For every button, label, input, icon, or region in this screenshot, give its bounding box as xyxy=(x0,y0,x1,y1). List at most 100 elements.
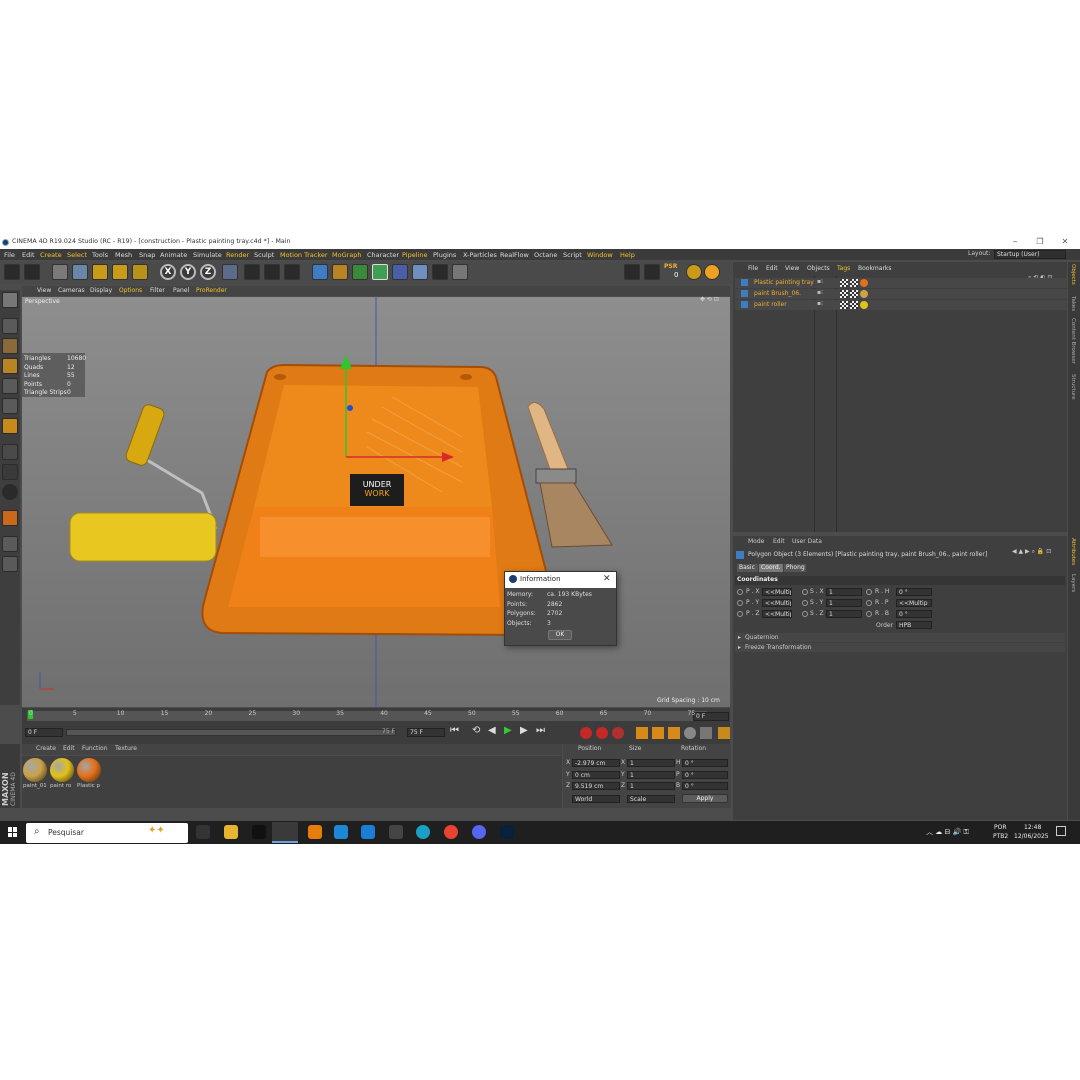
side-tab-takes[interactable]: Takes xyxy=(1070,296,1076,311)
uvw-tag-icon[interactable] xyxy=(850,279,858,287)
chrome-icon[interactable] xyxy=(444,825,458,839)
coord-space-select[interactable]: World xyxy=(572,795,620,803)
play-icon[interactable]: ▶ xyxy=(504,726,512,736)
uvw-tag-icon[interactable] xyxy=(840,279,848,287)
live-select-icon[interactable] xyxy=(52,264,68,280)
menu-help[interactable]: Help xyxy=(620,251,635,259)
object-name[interactable]: paint Brush_06. xyxy=(754,291,801,297)
material-label[interactable]: paint_01 xyxy=(23,783,47,790)
solo-hierarchy-icon[interactable] xyxy=(2,556,18,572)
recent-tool-icon[interactable] xyxy=(132,264,148,280)
render-view-icon[interactable] xyxy=(244,264,260,280)
tab-phong[interactable]: Phong xyxy=(784,564,806,572)
camera-icon[interactable] xyxy=(432,264,448,280)
scale-tool-icon[interactable] xyxy=(92,264,108,280)
position-x-field[interactable]: -2.979 cm xyxy=(572,759,620,767)
maximize-button[interactable]: ❐ xyxy=(1033,237,1047,247)
side-tab-attributes[interactable]: Attributes xyxy=(1070,538,1076,565)
subdivision-icon[interactable] xyxy=(352,264,368,280)
object-menu-edit[interactable]: Edit xyxy=(766,266,778,272)
next-frame-icon[interactable]: ▶ xyxy=(520,726,528,736)
animate-dot[interactable] xyxy=(737,600,743,606)
notification-icon[interactable] xyxy=(1056,826,1066,836)
attr-s-field[interactable]: 1 xyxy=(826,599,862,607)
object-menu-tags[interactable]: Tags xyxy=(837,266,850,272)
animate-dot[interactable] xyxy=(737,589,743,595)
menu-snap[interactable]: Snap xyxy=(139,251,155,259)
uvw-tag-icon[interactable] xyxy=(840,301,848,309)
side-tab-layers[interactable]: Layers xyxy=(1070,574,1076,592)
visibility-toggle-icon[interactable]: ▪⁝ xyxy=(817,290,823,296)
discord-icon[interactable] xyxy=(472,825,486,839)
visibility-toggle-icon[interactable]: ▪⁝ xyxy=(817,301,823,307)
attr-p-field[interactable]: <<Multip xyxy=(762,588,792,596)
viewport-menu-prorender[interactable]: ProRender xyxy=(196,288,227,294)
viewport-menu-display[interactable]: Display xyxy=(90,288,112,294)
menu-simulate[interactable]: Simulate xyxy=(193,251,222,259)
attr-r-field[interactable]: 0 ° xyxy=(896,610,932,618)
clock-time[interactable]: 12:48 xyxy=(1024,825,1041,831)
position-z-field[interactable]: 9.519 cm xyxy=(572,782,620,790)
pen-spline-icon[interactable] xyxy=(332,264,348,280)
rotate-tool-icon[interactable] xyxy=(112,264,128,280)
calculator-icon[interactable] xyxy=(389,825,403,839)
recycle-icon[interactable] xyxy=(686,264,702,280)
menu-octane[interactable]: Octane xyxy=(534,251,557,259)
edge-icon[interactable] xyxy=(416,825,430,839)
start-icon[interactable] xyxy=(8,827,18,837)
attribute-menu-edit[interactable]: Edit xyxy=(773,539,785,545)
animate-dot[interactable] xyxy=(737,611,743,617)
position-y-field[interactable]: 0 cm xyxy=(572,770,620,779)
polygons-mode-icon[interactable] xyxy=(2,418,18,434)
s-logo-icon[interactable] xyxy=(704,264,720,280)
interactive-render-icon[interactable] xyxy=(624,264,640,280)
menu-sculpt[interactable]: Sculpt xyxy=(254,251,274,259)
material-tag-icon[interactable] xyxy=(860,290,868,298)
points-mode-icon[interactable] xyxy=(2,378,18,394)
texture-mode-icon[interactable] xyxy=(2,338,18,354)
menu-script[interactable]: Script xyxy=(563,251,582,259)
key-position-icon[interactable] xyxy=(636,727,648,739)
move-tool-icon[interactable] xyxy=(72,264,88,280)
cube-primitive-icon[interactable] xyxy=(312,264,328,280)
redo-icon[interactable] xyxy=(24,264,40,280)
viewport-menu-filter[interactable]: Filter xyxy=(150,288,165,294)
material-menu-create[interactable]: Create xyxy=(36,746,56,752)
attr-r-field[interactable]: 0 ° xyxy=(896,588,932,596)
material-swatch[interactable] xyxy=(23,758,47,782)
make-editable-icon[interactable] xyxy=(2,292,18,308)
world-coordinates-icon[interactable] xyxy=(222,264,238,280)
menu-create[interactable]: Create xyxy=(40,251,62,259)
uvw-tag-icon[interactable] xyxy=(850,290,858,298)
object-menu-objects[interactable]: Objects xyxy=(807,266,830,272)
animate-dot[interactable] xyxy=(802,611,808,617)
menu-render[interactable]: Render xyxy=(226,251,249,259)
z-axis-lock-icon[interactable]: Z xyxy=(200,264,216,280)
coord-mode-select[interactable]: Scale xyxy=(627,795,675,803)
tray-icons[interactable]: ︿ ☁ ⊟ 🔊 ⚿ xyxy=(926,829,969,836)
material-menu-texture[interactable]: Texture xyxy=(115,746,137,752)
timeline-window-icon[interactable] xyxy=(718,727,730,739)
attr-p-field[interactable]: <<Multip xyxy=(762,610,792,618)
clock-date[interactable]: 12/06/2025 xyxy=(1014,834,1049,840)
attribute-nav-glyphs[interactable]: ◀ ▲ ▶ ⌕ 🔒 ⊡ xyxy=(1012,548,1051,555)
menu-motion-tracker[interactable]: Motion Tracker xyxy=(280,251,328,259)
material-swatch[interactable] xyxy=(50,758,74,782)
blender-icon[interactable] xyxy=(308,825,322,839)
object-menu-bookmarks[interactable]: Bookmarks xyxy=(858,266,892,272)
attr-s-field[interactable]: 1 xyxy=(826,610,862,618)
object-name[interactable]: paint roller xyxy=(754,302,787,308)
dialog-close-icon[interactable]: ✕ xyxy=(603,574,611,584)
material-label[interactable]: Plastic p xyxy=(77,783,100,790)
attribute-menu-user-data[interactable]: User Data xyxy=(792,539,822,545)
size-x-field[interactable]: 1 xyxy=(627,759,675,767)
app-blue-icon[interactable] xyxy=(334,825,348,839)
model-mode-icon[interactable] xyxy=(2,318,18,334)
undo-icon[interactable] xyxy=(4,264,20,280)
x-axis-lock-icon[interactable]: X xyxy=(160,264,176,280)
render-settings-icon[interactable] xyxy=(284,264,300,280)
key-rotation-icon[interactable] xyxy=(668,727,680,739)
menu-edit[interactable]: Edit xyxy=(22,251,35,259)
start-frame-field[interactable]: 0 F xyxy=(25,728,63,737)
close-window-button[interactable]: ✕ xyxy=(1058,237,1072,247)
